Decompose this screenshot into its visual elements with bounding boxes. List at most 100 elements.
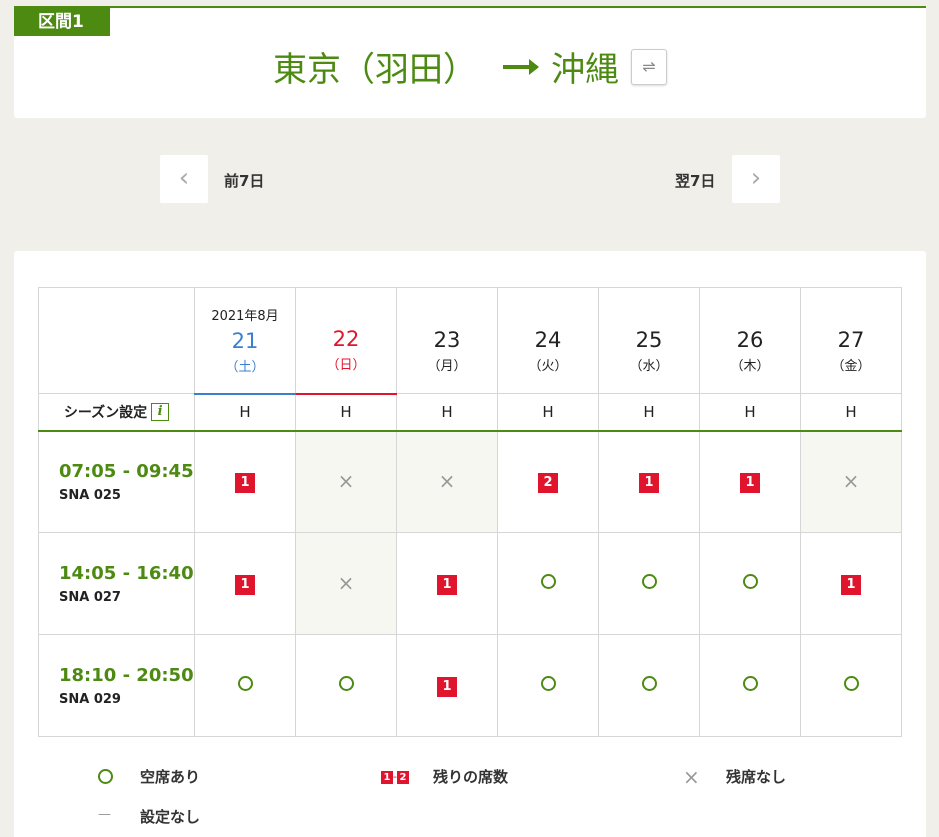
remaining-seats-badge: 2: [538, 472, 558, 493]
month-label: 2021年8月: [211, 309, 279, 325]
season-value: H: [699, 393, 801, 432]
season-row: シーズン設定 i H H H H H H H: [38, 393, 902, 432]
season-header: シーズン設定 i: [38, 393, 195, 432]
available-icon: [540, 676, 556, 691]
seat-cell[interactable]: [800, 634, 902, 737]
seat-cell[interactable]: [598, 634, 700, 737]
seat-cell[interactable]: 1: [194, 430, 296, 533]
season-label: シーズン設定: [63, 404, 148, 421]
flight-number: SNA 029: [59, 691, 121, 707]
seat-cell[interactable]: [194, 634, 296, 737]
swap-route-button[interactable]: ⇌: [631, 48, 667, 85]
seat-cell[interactable]: 1: [699, 430, 801, 533]
arrow-right-icon: [503, 58, 539, 75]
available-icon: [641, 676, 657, 691]
flight-row: 07:05 - 09:45 SNA 025 1 × × 2 1 1 ×: [38, 430, 902, 533]
seat-cell[interactable]: 1: [194, 532, 296, 635]
weekday-label: （水）: [629, 358, 669, 374]
remaining-seats-badge: 1: [437, 676, 457, 697]
available-icon: [641, 574, 657, 589]
seat-cell: ×: [295, 430, 397, 533]
day-number: 26: [736, 327, 764, 352]
remaining-seats-badge: 1: [740, 472, 760, 493]
sold-out-icon: ×: [337, 469, 355, 494]
seat-cell: ×: [800, 430, 902, 533]
no-setting-legend-label: 設定なし: [140, 808, 201, 826]
seat-cell[interactable]: [497, 634, 599, 737]
season-value: H: [194, 393, 296, 432]
seat-cell[interactable]: [497, 532, 599, 635]
remaining-seats-badge: 1: [639, 472, 659, 493]
available-icon: [237, 676, 253, 691]
date-header-row: 2021年8月 21 （土） 22 （日） 23 （月） 24 （火） 25 （…: [38, 287, 902, 395]
seat-cell[interactable]: 1: [598, 430, 700, 533]
date-cell-25[interactable]: 25 （水）: [598, 287, 700, 394]
remaining-seats-badge: 1: [437, 574, 457, 595]
remaining-legend-badge-1: 1: [381, 771, 393, 784]
flight-number: SNA 025: [59, 487, 121, 503]
date-cell-21[interactable]: 2021年8月 21 （土）: [194, 287, 296, 395]
available-icon: [540, 574, 556, 589]
seat-cell[interactable]: [699, 634, 801, 737]
season-value: H: [800, 393, 902, 432]
available-icon: [338, 676, 354, 691]
remaining-legend-label: 残りの席数: [433, 768, 509, 786]
prev-week-button[interactable]: ‹: [160, 155, 208, 203]
weekday-label: （土）: [225, 360, 265, 376]
seat-cell[interactable]: [699, 532, 801, 635]
remaining-seats-badge: 1: [235, 574, 255, 595]
seat-cell[interactable]: [295, 634, 397, 737]
date-cell-27[interactable]: 27 （金）: [800, 287, 902, 394]
route-title: 東京（羽田） 沖縄 ⇌: [14, 42, 926, 91]
seat-cell: ×: [396, 430, 498, 533]
prev-week-label[interactable]: 前7日: [224, 170, 264, 191]
available-icon: [742, 676, 758, 691]
corner-cell: [38, 287, 195, 394]
seat-cell[interactable]: 1: [396, 634, 498, 737]
available-legend-label: 空席あり: [140, 768, 201, 786]
date-cell-26[interactable]: 26 （木）: [699, 287, 801, 394]
day-number: 21: [231, 329, 259, 354]
flight-info: 14:05 - 16:40 SNA 027: [38, 532, 195, 635]
date-cell-22[interactable]: 22 （日）: [295, 287, 397, 395]
seat-cell[interactable]: [598, 532, 700, 635]
date-cell-24[interactable]: 24 （火）: [497, 287, 599, 394]
seat-cell: ×: [295, 532, 397, 635]
available-icon: [742, 574, 758, 589]
flight-time: 14:05 - 16:40: [59, 562, 194, 584]
remaining-legend-icon: 1-2: [381, 770, 409, 784]
next-week-label[interactable]: 翌7日: [675, 170, 715, 191]
seat-cell[interactable]: 2: [497, 430, 599, 533]
sold-out-icon: ×: [337, 571, 355, 595]
sold-out-legend-label: 残席なし: [726, 768, 787, 786]
sold-out-icon: ×: [438, 469, 456, 494]
day-number: 23: [433, 327, 461, 352]
flight-row: 18:10 - 20:50 SNA 029 1: [38, 634, 902, 737]
available-legend-icon: [98, 769, 113, 784]
day-number: 25: [635, 327, 663, 352]
origin-airport: 東京（羽田）: [273, 50, 477, 90]
weekday-label: （金）: [831, 358, 871, 374]
availability-card: 2021年8月 21 （土） 22 （日） 23 （月） 24 （火） 25 （…: [14, 251, 926, 837]
day-number: 27: [837, 327, 865, 352]
flight-number: SNA 027: [59, 589, 121, 605]
route-card: 区間1 東京（羽田） 沖縄 ⇌: [14, 6, 926, 118]
flight-time: 07:05 - 09:45: [59, 460, 194, 482]
sold-out-legend-icon: ×: [683, 765, 700, 789]
flight-info: 07:05 - 09:45 SNA 025: [38, 430, 195, 533]
available-icon: [843, 676, 859, 691]
info-icon[interactable]: i: [151, 403, 170, 422]
date-cell-23[interactable]: 23 （月）: [396, 287, 498, 394]
weekday-label: （火）: [528, 358, 568, 374]
flight-info: 18:10 - 20:50 SNA 029: [38, 634, 195, 737]
weekday-label: （木）: [730, 358, 770, 374]
seat-cell[interactable]: 1: [800, 532, 902, 635]
next-week-button[interactable]: ›: [732, 155, 780, 203]
remaining-legend-badge-2: 2: [396, 771, 409, 784]
season-value: H: [497, 393, 599, 432]
sold-out-icon: ×: [842, 469, 860, 494]
destination-airport: 沖縄: [551, 50, 619, 90]
no-setting-legend-icon: —: [98, 807, 111, 822]
remaining-seats-badge: 1: [841, 574, 861, 595]
seat-cell[interactable]: 1: [396, 532, 498, 635]
